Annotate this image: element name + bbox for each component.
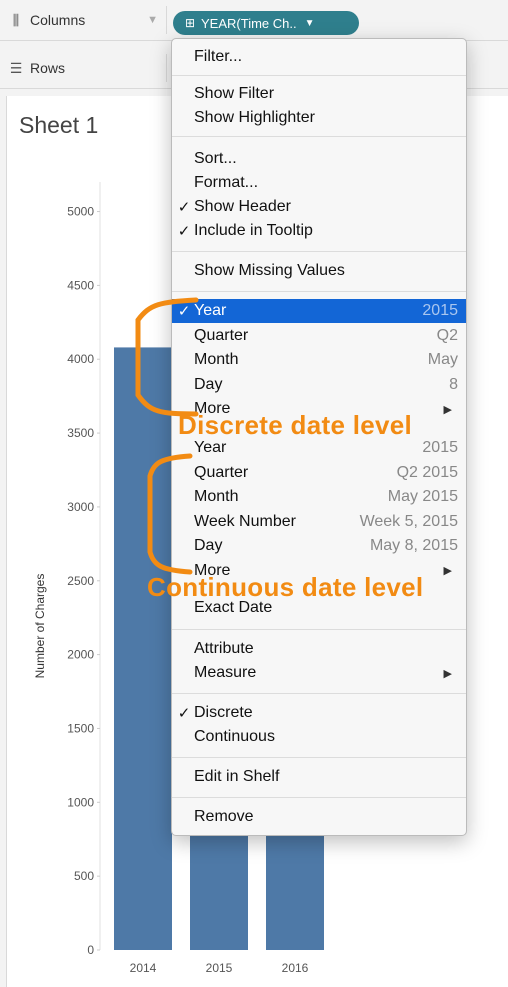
y-tick-label: 3500 [67,426,94,440]
menu-item-label: Include in Tooltip [194,222,313,239]
menu-item-show-filter[interactable]: Show Filter [172,82,466,106]
menu-item-label: Quarter [194,326,249,344]
menu-separator [172,757,466,758]
checkmark-icon: ✓ [177,705,191,722]
y-tick-label: 2000 [67,648,94,662]
menu-item-label: Day [194,375,223,393]
menu-separator [172,797,466,798]
checkmark-icon: ✓ [177,223,191,240]
x-tick-label: 2015 [206,961,233,975]
menu-item-format[interactable]: Format... [172,171,466,195]
continuous-item-day[interactable]: Day May 8, 2015 [172,534,466,558]
menu-item-measure[interactable]: Measure ▶ [172,661,466,685]
y-tick-label: 1000 [67,795,94,809]
discrete-item-year[interactable]: ✓ Year 2015 [172,299,466,323]
menu-item-value: 8 [449,375,458,393]
discrete-item-quarter[interactable]: Quarter Q2 [172,324,466,348]
menu-item-value: Week 5, 2015 [359,512,458,530]
bar-2014 [114,347,172,950]
menu-separator [172,291,466,292]
discrete-item-month[interactable]: Month May [172,348,466,372]
menu-item-label: Sort... [194,150,237,167]
menu-item-show-highlighter[interactable]: Show Highlighter [172,106,466,130]
y-tick-label: 2500 [67,574,94,588]
discrete-annotation: Discrete date level [178,410,413,440]
menu-separator [172,629,466,630]
y-tick-label: 3000 [67,500,94,514]
menu-item-value: Q2 2015 [396,463,458,481]
menu-item-label: Measure [194,664,257,681]
menu-item-label: Year [194,302,227,319]
x-tick-label: 2016 [282,961,309,975]
menu-item-value: 2015 [422,439,458,456]
menu-item-continuous[interactable]: Continuous [172,725,466,749]
menu-item-label: Filter... [194,48,243,65]
menu-item-value: 2015 [422,302,458,319]
menu-item-label: Show Filter [194,85,275,102]
submenu-arrow-icon: ▶ [443,667,452,680]
menu-item-attribute[interactable]: Attribute [172,637,466,661]
menu-item-label: Attribute [194,640,254,657]
submenu-arrow-icon: ▶ [443,403,452,416]
menu-item-label: Month [194,351,239,368]
discrete-item-day[interactable]: Day 8 [172,373,466,397]
y-tick-label: 5000 [67,205,94,219]
checkmark-icon: ✓ [177,303,191,320]
submenu-arrow-icon: ▶ [443,565,452,577]
checkmark-icon: ✓ [177,199,191,216]
menu-item-value: May [427,351,458,368]
menu-separator [172,75,466,76]
y-tick-label: 1500 [67,721,94,735]
menu-item-value: May 8, 2015 [369,537,458,554]
y-tick-label: 0 [87,943,94,957]
continuous-item-week-number[interactable]: Week Number Week 5, 2015 [172,510,466,534]
menu-item-label: Show Missing Values [194,262,345,279]
menu-item-label: Continuous [194,728,275,745]
continuous-item-quarter[interactable]: Quarter Q2 2015 [172,461,466,485]
menu-separator [172,136,466,137]
menu-item-label: Day [194,537,223,554]
y-tick-label: 4500 [67,278,94,292]
menu-item-label: Year [194,439,227,456]
menu-item-value: Q2 [436,326,458,344]
menu-separator [172,251,466,252]
y-tick-label: 4000 [67,352,94,366]
y-tick-label: 500 [74,869,94,883]
menu-item-label: Week Number [194,512,296,530]
menu-item-label: Quarter [194,463,249,481]
menu-item-label: Discrete [194,704,253,721]
menu-item-sort[interactable]: Sort... [172,147,466,171]
menu-separator [172,693,466,694]
menu-item-label: Edit in Shelf [194,768,280,785]
x-tick-label: 2014 [130,961,157,975]
menu-item-discrete[interactable]: ✓ Discrete [172,701,466,725]
y-axis-title: Number of Charges [33,574,47,679]
menu-item-label: Show Highlighter [194,109,315,126]
continuous-annotation: Continuous date level [147,572,424,602]
menu-item-label: Show Header [194,198,291,215]
menu-item-edit-in-shelf[interactable]: Edit in Shelf [172,765,466,789]
menu-item-show-header[interactable]: ✓ Show Header [172,195,466,219]
menu-item-label: Remove [194,808,254,825]
menu-item-include-tooltip[interactable]: ✓ Include in Tooltip [172,219,466,243]
menu-item-label: Month [194,488,239,505]
menu-item-show-missing-values[interactable]: Show Missing Values [172,259,466,283]
continuous-item-month[interactable]: Month May 2015 [172,485,466,509]
menu-item-value: May 2015 [387,488,458,505]
menu-item-filter[interactable]: Filter... [172,45,466,69]
menu-item-label: Format... [194,174,259,191]
menu-item-remove[interactable]: Remove [172,805,466,829]
